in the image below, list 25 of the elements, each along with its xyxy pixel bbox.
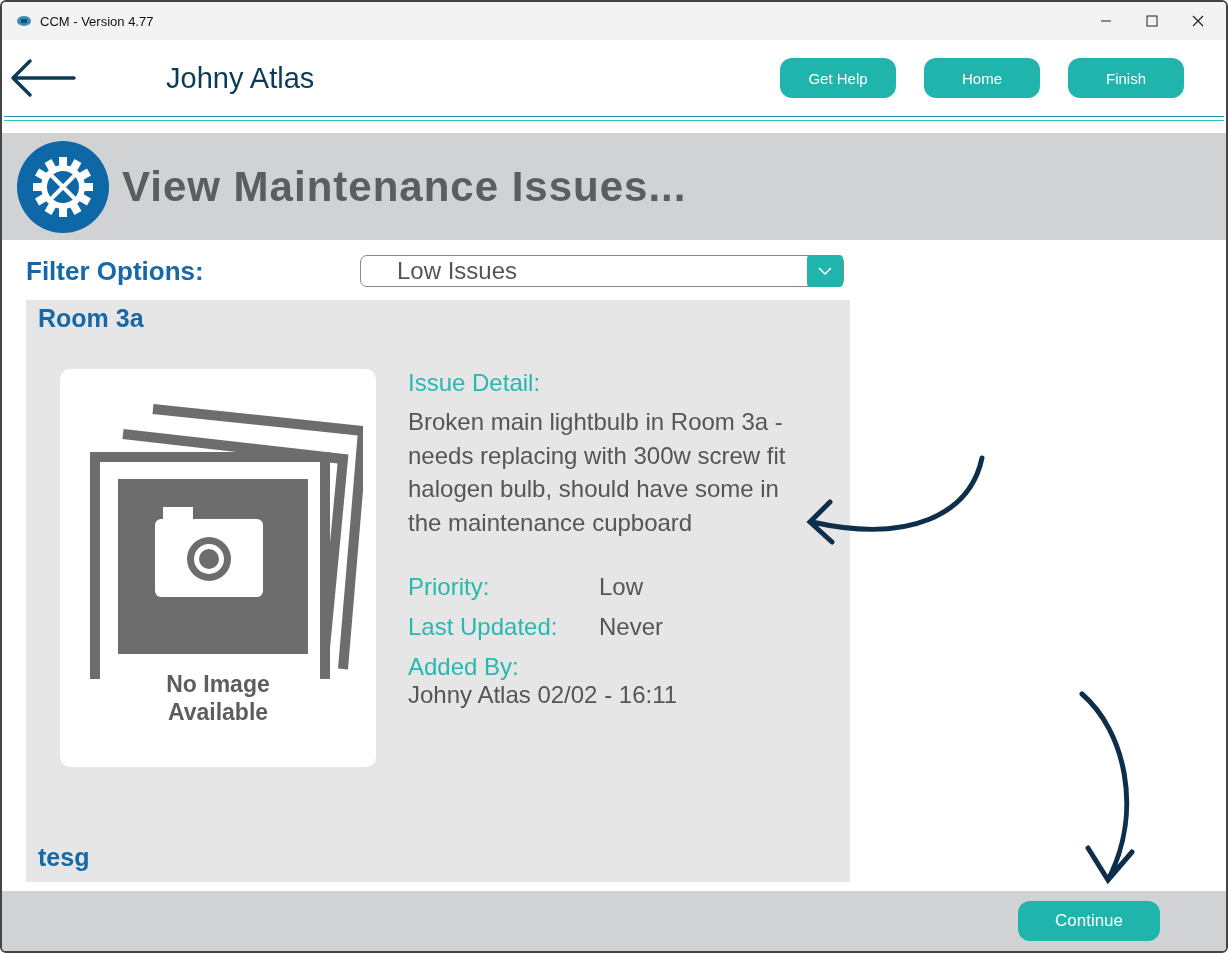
added-by-value: Johny Atlas 02/02 - 16:11 [408, 681, 679, 709]
maximize-icon[interactable] [1146, 15, 1158, 27]
issue-detail-text: Broken main lightbulb in Room 3a - needs replacing with 300w screw fit halogen bulb, should have some in the maintenance cupboard [408, 407, 787, 538]
page-title: View Maintenance Issues... [122, 162, 687, 211]
user-name: Johny Atlas [166, 61, 315, 95]
issue-detail-label: Issue Detail: [408, 369, 542, 397]
issue-tag: tesg [38, 843, 838, 872]
header-button[interactable]: Finish [1068, 58, 1184, 98]
room-title: Room 3a [38, 304, 145, 333]
field-value: Never [599, 613, 664, 641]
filter-label: Filter Options: [26, 255, 205, 287]
header-button[interactable]: Home [924, 58, 1040, 98]
field-label: Priority: [408, 573, 491, 601]
close-icon[interactable] [1192, 15, 1204, 27]
chevron-down-icon [807, 255, 843, 287]
window-title: CCM - Version 4.77 [40, 13, 154, 29]
filter-dropdown[interactable]: Low Issues [360, 255, 844, 287]
gear-wrench-icon [16, 139, 110, 234]
continue-button[interactable]: Continue [1018, 901, 1160, 941]
added-by-label: Added By: [408, 653, 520, 681]
back-arrow-icon[interactable] [10, 58, 76, 98]
field-value: Low [599, 573, 644, 601]
field-label: Last Updated: [408, 613, 559, 641]
header-button[interactable]: Get Help [780, 58, 896, 98]
image-caption: No Image Available [165, 671, 271, 727]
